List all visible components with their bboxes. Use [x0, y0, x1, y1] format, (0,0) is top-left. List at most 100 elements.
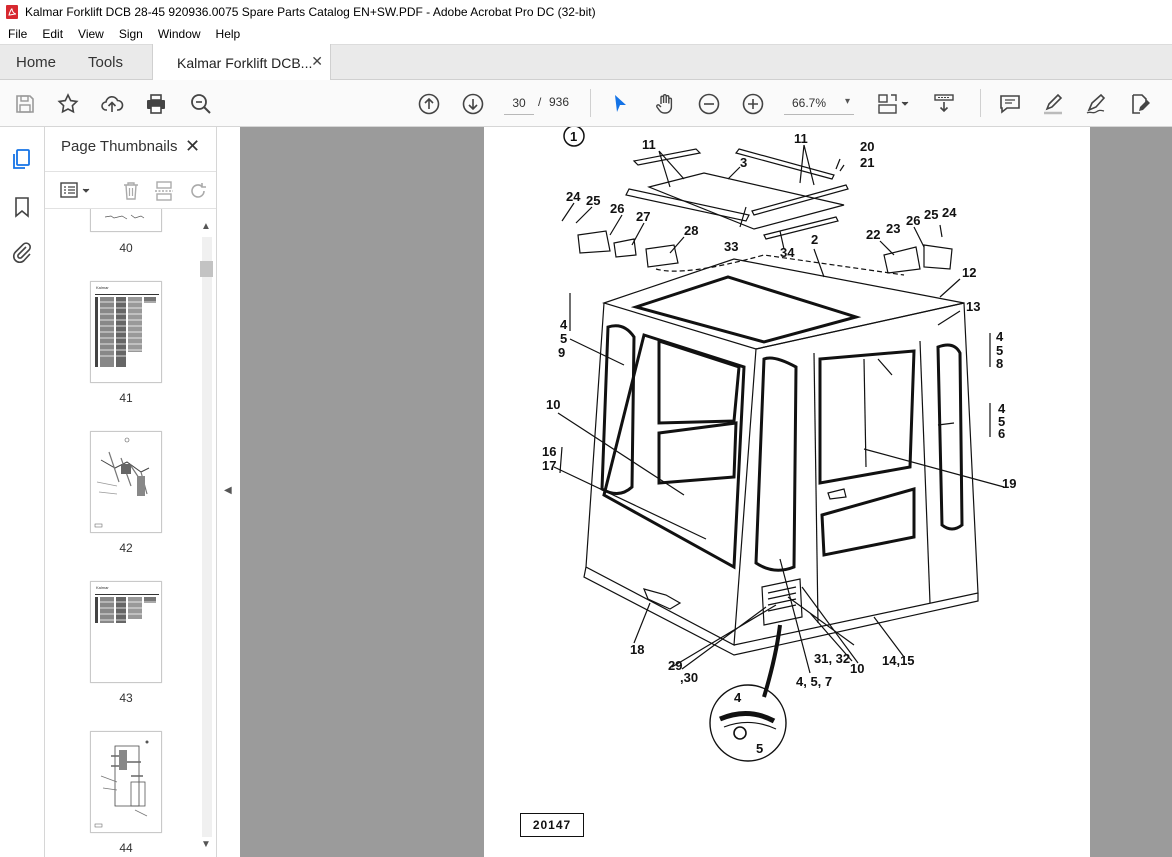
extract-page-icon[interactable]	[153, 180, 175, 202]
pdf-page[interactable]: 1 11 11 3 20 21 24 25 26 27 28 33 34 2 2…	[484, 127, 1090, 857]
svg-text:24: 24	[566, 189, 581, 204]
thumbnail-label: 40	[119, 241, 133, 255]
thumbnail-page-44[interactable]	[90, 731, 162, 833]
tab-tools[interactable]: Tools	[88, 45, 123, 80]
diagram-number: 1	[570, 129, 577, 144]
page-thumbnails-panel: Page Thumbnails ✕ 40 Kalmar 41 42 Kalmar…	[45, 127, 217, 857]
svg-text:13: 13	[966, 299, 980, 314]
svg-text:,30: ,30	[680, 670, 698, 685]
menu-window[interactable]: Window	[150, 27, 208, 41]
thumbnail-page-43[interactable]: Kalmar	[90, 581, 162, 683]
left-navigation-rail	[0, 127, 45, 857]
close-tab-icon[interactable]: ✕	[311, 53, 323, 70]
svg-text:3: 3	[740, 155, 747, 170]
tab-home[interactable]: Home	[16, 45, 56, 80]
comment-icon[interactable]	[997, 91, 1023, 117]
menu-view[interactable]: View	[70, 27, 111, 41]
document-canvas[interactable]: 1 11 11 3 20 21 24 25 26 27 28 33 34 2 2…	[240, 127, 1172, 857]
svg-text:19: 19	[1002, 476, 1016, 491]
fill-sign-icon[interactable]	[1083, 91, 1109, 117]
svg-text:8: 8	[996, 356, 1003, 371]
thumbnail-page-42[interactable]	[90, 431, 162, 533]
close-panel-icon[interactable]: ✕	[185, 136, 200, 157]
cab-exploded-diagram: 1 11 11 3 20 21 24 25 26 27 28 33 34 2 2…	[542, 127, 1016, 762]
svg-text:23: 23	[886, 221, 900, 236]
thumbnails-scrollbar[interactable]: ▲ ▼	[198, 217, 214, 857]
svg-text:24: 24	[942, 205, 957, 220]
svg-text:11: 11	[794, 131, 808, 146]
svg-text:17: 17	[542, 458, 556, 473]
svg-text:5: 5	[560, 331, 567, 346]
svg-text:9: 9	[558, 345, 565, 360]
bookmarks-icon[interactable]	[10, 195, 34, 219]
svg-text:4: 4	[560, 317, 568, 332]
previous-page-icon[interactable]	[416, 91, 442, 117]
zoom-out-icon[interactable]	[696, 91, 722, 117]
menu-file[interactable]: File	[0, 27, 34, 41]
hand-tool-icon[interactable]	[652, 91, 678, 117]
svg-text:4, 5, 7: 4, 5, 7	[796, 674, 832, 689]
menu-sign[interactable]: Sign	[111, 27, 150, 41]
page-thumbnails-icon[interactable]	[10, 147, 34, 171]
zoom-value: 66.7%	[792, 95, 827, 110]
svg-text:4: 4	[996, 329, 1004, 344]
svg-text:26: 26	[906, 213, 920, 228]
svg-text:4: 4	[734, 690, 742, 705]
svg-text:25: 25	[924, 207, 938, 222]
page-separator: /	[538, 95, 542, 109]
next-page-icon[interactable]	[460, 91, 486, 117]
thumbnail-label: 43	[119, 691, 133, 705]
menu-edit[interactable]: Edit	[34, 27, 70, 41]
scroll-down-arrow-icon[interactable]: ▼	[201, 839, 211, 850]
thumbnail-label: 44	[119, 841, 133, 855]
thumbnail-label: 41	[119, 391, 133, 405]
options-list-icon[interactable]	[59, 180, 93, 202]
svg-text:12: 12	[962, 265, 976, 280]
thumbnail-label: 42	[119, 541, 133, 555]
collapse-panel-icon[interactable]: ◀	[224, 485, 232, 496]
svg-text:10: 10	[546, 397, 560, 412]
svg-text:27: 27	[636, 209, 650, 224]
tab-document[interactable]: Kalmar Forklift DCB... ✕	[152, 44, 331, 81]
attachments-icon[interactable]	[10, 240, 34, 264]
thumbnail-page-41[interactable]: Kalmar	[90, 281, 162, 383]
menu-help[interactable]: Help	[208, 27, 248, 41]
menu-bar: File Edit View Sign Window Help	[0, 24, 1172, 44]
scroll-up-arrow-icon[interactable]: ▲	[201, 221, 211, 232]
title-bar: Kalmar Forklift DCB 28-45 920936.0075 Sp…	[0, 0, 1172, 24]
zoom-select[interactable]: 66.7% ▾	[784, 91, 854, 115]
rotate-page-icon[interactable]	[187, 180, 209, 202]
page-fit-dropdown-icon[interactable]	[876, 91, 912, 117]
page-number-input[interactable]	[504, 91, 534, 115]
svg-text:Kalmar: Kalmar	[96, 285, 109, 290]
bookmark-star-icon[interactable]	[55, 91, 81, 117]
panel-title: Page Thumbnails	[61, 138, 178, 155]
thumbnail-page-40[interactable]	[90, 209, 162, 232]
scroll-mode-icon[interactable]	[931, 91, 957, 117]
highlight-pen-icon[interactable]	[1040, 91, 1066, 117]
svg-text:14,15: 14,15	[882, 653, 915, 668]
svg-text:25: 25	[586, 193, 600, 208]
select-cursor-icon[interactable]	[607, 91, 633, 117]
svg-text:16: 16	[542, 444, 556, 459]
window-title: Kalmar Forklift DCB 28-45 920936.0075 Sp…	[25, 5, 596, 19]
save-icon[interactable]	[12, 91, 38, 117]
svg-text:21: 21	[860, 155, 874, 170]
svg-text:34: 34	[780, 245, 795, 260]
tab-document-label: Kalmar Forklift DCB...	[177, 54, 313, 71]
print-icon[interactable]	[143, 91, 169, 117]
delete-page-icon[interactable]	[120, 180, 142, 202]
zoom-search-icon[interactable]	[188, 91, 214, 117]
upload-cloud-icon[interactable]	[99, 91, 125, 117]
scroll-thumb[interactable]	[200, 261, 213, 277]
svg-text:31, 32: 31, 32	[814, 651, 850, 666]
tab-bar: Home Tools Kalmar Forklift DCB... ✕	[0, 44, 1172, 81]
callout-labels: 11 11 3 20 21 24 25 26 27 28 33 34 2 22 …	[542, 131, 1016, 756]
svg-text:28: 28	[684, 223, 698, 238]
acrobat-pdf-icon	[6, 5, 18, 19]
zoom-in-icon[interactable]	[740, 91, 766, 117]
thumbnail-toolbar	[45, 171, 216, 209]
svg-text:18: 18	[630, 642, 644, 657]
svg-text:6: 6	[998, 426, 1005, 441]
edit-pdf-icon[interactable]	[1127, 91, 1153, 117]
